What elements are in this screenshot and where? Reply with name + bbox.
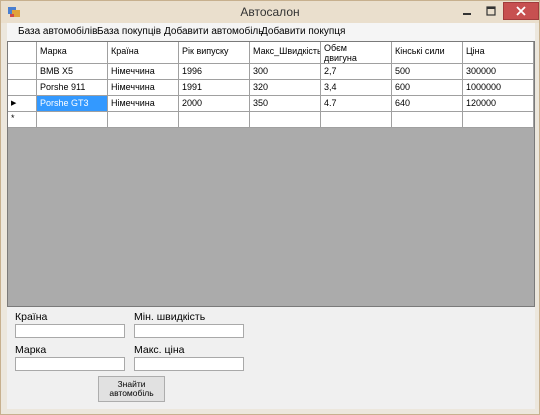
country-label: Країна	[15, 311, 48, 323]
new-cell[interactable]	[392, 112, 463, 128]
row-header[interactable]	[8, 64, 37, 80]
max-price-label: Макс. ціна	[134, 344, 185, 356]
cell-year[interactable]: 2000	[179, 96, 250, 112]
menu-cars-base[interactable]: База автомобілів	[18, 26, 97, 37]
column-header-price[interactable]: Ціна	[463, 42, 534, 64]
cell-price[interactable]: 120000	[463, 96, 534, 112]
column-header-engine-volume[interactable]: Обєм двигуна	[321, 42, 392, 64]
new-cell[interactable]	[463, 112, 534, 128]
title-bar[interactable]: Автосалон	[1, 1, 539, 23]
brand-input[interactable]	[15, 357, 125, 371]
new-row-marker-icon[interactable]: *	[8, 112, 37, 128]
main-window: Автосалон База автомобілів База покупців…	[0, 0, 540, 415]
new-cell[interactable]	[37, 112, 108, 128]
max-price-input[interactable]	[134, 357, 244, 371]
maximize-button[interactable]	[479, 2, 503, 20]
client-area: База автомобілів База покупців Добавити …	[7, 23, 535, 409]
min-speed-input[interactable]	[134, 324, 244, 338]
cell-max-speed[interactable]: 300	[250, 64, 321, 80]
brand-label: Марка	[15, 344, 47, 356]
cell-engine-volume[interactable]: 2,7	[321, 64, 392, 80]
menu-add-buyer[interactable]: Добавити покупця	[261, 26, 345, 37]
row-header[interactable]	[8, 80, 37, 96]
cell-brand[interactable]: BMB X5	[37, 64, 108, 80]
cell-price[interactable]: 1000000	[463, 80, 534, 96]
new-cell[interactable]	[108, 112, 179, 128]
minimize-icon	[463, 13, 471, 15]
table-row[interactable]: BMB X5 Німеччина 1996 300 2,7 500 300000	[8, 64, 534, 80]
table-row[interactable]: ▶ Porshe GT3 Німеччина 2000 350 4.7 640 …	[8, 96, 534, 112]
new-table-row[interactable]: *	[8, 112, 534, 128]
cell-brand-selected[interactable]: Porshe GT3	[37, 96, 108, 112]
minimize-button[interactable]	[455, 2, 479, 20]
cars-data-grid[interactable]: Марка Країна Рік випуску Макс_Швидкість …	[7, 41, 535, 307]
min-speed-label: Мін. швидкість	[134, 311, 206, 323]
menu-add-car[interactable]: Добавити автомобіль	[164, 26, 263, 37]
menu-buyers-base[interactable]: База покупців	[97, 26, 161, 37]
maximize-icon	[486, 6, 496, 16]
cell-horsepower[interactable]: 600	[392, 80, 463, 96]
column-header-horsepower[interactable]: Кінські сили	[392, 42, 463, 64]
current-row-marker-icon[interactable]: ▶	[8, 96, 37, 112]
find-car-button[interactable]: Знайти автомобіль	[98, 376, 165, 402]
new-cell[interactable]	[321, 112, 392, 128]
country-input[interactable]	[15, 324, 125, 338]
close-button[interactable]	[503, 2, 539, 20]
cell-horsepower[interactable]: 500	[392, 64, 463, 80]
column-header-max-speed[interactable]: Макс_Швидкість	[250, 42, 321, 64]
cell-year[interactable]: 1991	[179, 80, 250, 96]
close-icon	[516, 6, 526, 16]
cell-country[interactable]: Німеччина	[108, 64, 179, 80]
cell-brand[interactable]: Porshe 911	[37, 80, 108, 96]
grid-header-row: Марка Країна Рік випуску Макс_Швидкість …	[8, 42, 534, 64]
cell-horsepower[interactable]: 640	[392, 96, 463, 112]
cell-price[interactable]: 300000	[463, 64, 534, 80]
cell-country[interactable]: Німеччина	[108, 96, 179, 112]
cell-max-speed[interactable]: 350	[250, 96, 321, 112]
cell-year[interactable]: 1996	[179, 64, 250, 80]
cell-engine-volume[interactable]: 3,4	[321, 80, 392, 96]
cell-max-speed[interactable]: 320	[250, 80, 321, 96]
new-cell[interactable]	[179, 112, 250, 128]
grid-corner-cell[interactable]	[8, 42, 37, 64]
cell-country[interactable]: Німеччина	[108, 80, 179, 96]
menu-bar: База автомобілів База покупців Добавити …	[7, 23, 535, 41]
new-cell[interactable]	[250, 112, 321, 128]
column-header-brand[interactable]: Марка	[37, 42, 108, 64]
table-row[interactable]: Porshe 911 Німеччина 1991 320 3,4 600 10…	[8, 80, 534, 96]
column-header-year[interactable]: Рік випуску	[179, 42, 250, 64]
cell-engine-volume[interactable]: 4.7	[321, 96, 392, 112]
column-header-country[interactable]: Країна	[108, 42, 179, 64]
